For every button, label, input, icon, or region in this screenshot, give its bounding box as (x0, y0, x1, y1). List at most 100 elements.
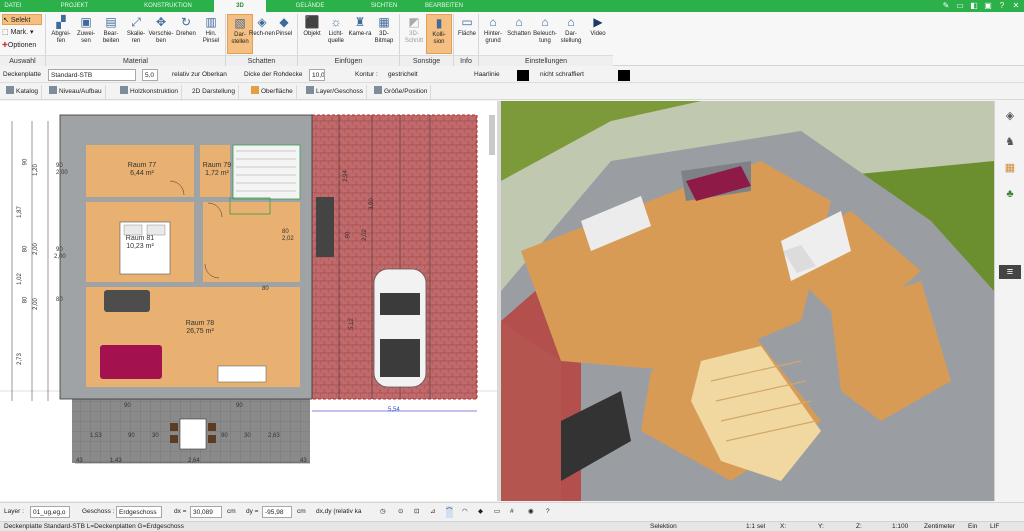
btn-label: Drehen (176, 31, 196, 37)
darstellung-button[interactable]: ⌂ Dar-stellung (558, 14, 584, 54)
tab-3d[interactable]: 3D (214, 0, 266, 12)
btn-label: Dar-stellung (560, 31, 582, 44)
layer-value: 01_ug,eg,o (33, 509, 66, 516)
view-toolbar: Katalog Niveau/Aufbau Holzkonstruktion 2… (0, 84, 1024, 100)
groesse-position-button[interactable]: Größe/Position (371, 85, 432, 99)
hatch-color-swatch[interactable] (618, 70, 630, 81)
maximize-icon[interactable]: ◧ (969, 1, 979, 11)
flaeche-button[interactable]: ▭ Fläche (454, 14, 480, 54)
line-style-dropdown[interactable]: gestrichelt (388, 69, 458, 81)
style-dropdown[interactable]: Standard-STB (48, 69, 136, 81)
pin-icon[interactable]: ✎ (941, 1, 951, 11)
btn-label: Oberfläche (261, 88, 293, 95)
scale-icon: ⤢ (131, 15, 141, 29)
material-abgreifen-button[interactable]: ▞ Abgrei-fen (48, 14, 74, 54)
material-bearbeiten-button[interactable]: ▤ Bear-beiten (98, 14, 124, 54)
right-sidebar: ◈ ♞ ▦ ♣ ≡ (994, 101, 1024, 501)
chair-icon[interactable]: ♞ (1003, 135, 1017, 149)
coord-mode-value: dx,dy (relativ ka (316, 508, 362, 515)
relative-dropdown[interactable]: relativ zur Oberkan (172, 69, 235, 81)
objekt-button[interactable]: ⬛ Objekt (299, 14, 325, 54)
bitmap-3d-button[interactable]: ▦ 3D-Bitmap (371, 14, 397, 54)
btn-label: Hin. Pinsel (202, 31, 220, 44)
ribbon-toggle-icon[interactable]: ▭ (955, 1, 965, 11)
dimension-label: 1,53 (90, 433, 102, 439)
thickness-input[interactable]: 5,0 (142, 69, 158, 81)
room-label: Raum 81 10,23 m² (110, 235, 170, 251)
tab-konstruktion[interactable]: KONSTRUKTION (122, 0, 214, 12)
tab-sichten[interactable]: SICHTEN (354, 0, 414, 12)
niveau-button[interactable]: Niveau/Aufbau (46, 85, 106, 99)
3d-view[interactable] (501, 101, 994, 501)
coord-mode-dropdown[interactable]: dx,dy (relativ ka (316, 506, 368, 518)
einstellungen-schatten-button[interactable]: ⌂ Schatten (506, 14, 532, 54)
line-color-swatch[interactable] (517, 70, 529, 81)
layer-type-label: Deckenplatte (3, 71, 41, 78)
lichtquelle-button[interactable]: ☼ Licht-quelle (323, 14, 349, 54)
snap-angle-icon[interactable]: ⊿ (430, 506, 435, 518)
floor-plan-view[interactable]: Raum 77 6,44 m² Raum 79 1,72 m² Raum 81 10,… (0, 101, 497, 501)
tab-projekt[interactable]: PROJEKT (27, 0, 122, 12)
menu-icon[interactable]: ≡ (999, 265, 1021, 279)
darstellung-2d-button[interactable]: 2D Darstellung (189, 85, 239, 99)
dimension-label: 2,94 (342, 170, 349, 182)
schatten-pinsel-button[interactable]: ◆ Pinsel (271, 14, 297, 54)
tree-icon[interactable]: ♣ (1003, 187, 1017, 201)
snap-curve-icon[interactable]: ⌒ (446, 506, 453, 518)
close-icon[interactable]: ✕ (1011, 1, 1021, 11)
snap-point-icon[interactable]: ⊙ (398, 506, 403, 518)
tab-bearbeiten[interactable]: BEARBEITEN (414, 0, 474, 12)
btn-label: Video (590, 31, 606, 37)
katalog-button[interactable]: Katalog (3, 85, 43, 99)
kamera-button[interactable]: ♜ Kame-ra (347, 14, 373, 54)
help-icon[interactable]: ? (546, 506, 550, 518)
mark-button[interactable]: ⬚ Mark. ▾ (2, 27, 34, 38)
snap-line-icon[interactable]: ⊡ (414, 506, 419, 518)
depth-input[interactable]: 10,0 (309, 69, 325, 81)
texture-icon[interactable]: ▦ (1003, 161, 1017, 175)
tab-gelaende[interactable]: GELÄNDE (266, 0, 354, 12)
options-button[interactable]: ✚Optionen (2, 40, 36, 51)
holzkonstruktion-button[interactable]: Holzkonstruktion (117, 85, 183, 99)
material-verschieben-button[interactable]: ✥ Verschie-ben (148, 14, 174, 54)
grid-icon[interactable]: # (510, 506, 514, 518)
room-area: 1,72 m² (205, 170, 229, 177)
tab-datei[interactable]: DATEI (0, 0, 26, 12)
beleuchtung-button[interactable]: ⌂ Beleuch-tung (532, 14, 558, 54)
dimension-label: 1,20 (32, 164, 39, 176)
dy-input[interactable]: -95,98 (262, 506, 292, 518)
layers-icon[interactable]: ◈ (1003, 109, 1017, 123)
thickness-value: 5,0 (145, 72, 155, 79)
material-drehen-button[interactable]: ↻ Drehen (173, 14, 199, 54)
select-button[interactable]: ↖ Selekt (2, 14, 42, 25)
dimension-label: 2,00 (32, 298, 39, 310)
oberflaeche-button[interactable]: Oberfläche (248, 85, 297, 99)
dx-input[interactable]: 30,089 (190, 506, 222, 518)
help-icon[interactable]: ? (997, 1, 1007, 11)
restore-icon[interactable]: ▣ (983, 1, 993, 11)
snap-arc-icon[interactable]: ◠ (462, 506, 468, 518)
clock-icon[interactable]: ◷ (380, 506, 386, 518)
floor-dropdown[interactable]: Erdgeschoss (116, 506, 162, 518)
navigation-icon[interactable]: ◉ (528, 506, 534, 518)
kollision-button[interactable]: ▮ Kolli-sion (426, 14, 452, 54)
material-zuweisen-button[interactable]: ▣ Zuwei-sen (73, 14, 99, 54)
snap-surface-icon[interactable]: ◆ (478, 506, 483, 518)
layer-geschoss-button[interactable]: Layer/Geschoss (303, 85, 367, 99)
schnitt-3d-button[interactable]: ◩ 3D-Schnitt (401, 14, 427, 54)
btn-label: 2D Darstellung (192, 88, 235, 95)
material-pinsel-button[interactable]: ▥ Hin. Pinsel (198, 14, 224, 54)
dimension-label: 2,02 (282, 236, 294, 242)
hairline-dropdown[interactable]: Haarlinie (474, 69, 514, 81)
camera-icon: ♜ (354, 15, 366, 29)
video-button[interactable]: ▶ Video (585, 14, 611, 54)
layer-dropdown[interactable]: 01_ug,eg,o (30, 506, 70, 518)
dimension-label: 1,87 (16, 206, 23, 218)
dx-value: 30,089 (193, 509, 213, 516)
snap-object-icon[interactable]: ▭ (494, 506, 500, 518)
shadow-calc-icon: ◈ (257, 15, 267, 29)
rotate-icon: ↻ (180, 15, 192, 29)
material-skalieren-button[interactable]: ⤢ Skalie-ren (123, 14, 149, 54)
hatch-dropdown[interactable]: nicht schraffiert (540, 69, 610, 81)
hintergrund-button[interactable]: ⌂ Hinter-grund (480, 14, 506, 54)
